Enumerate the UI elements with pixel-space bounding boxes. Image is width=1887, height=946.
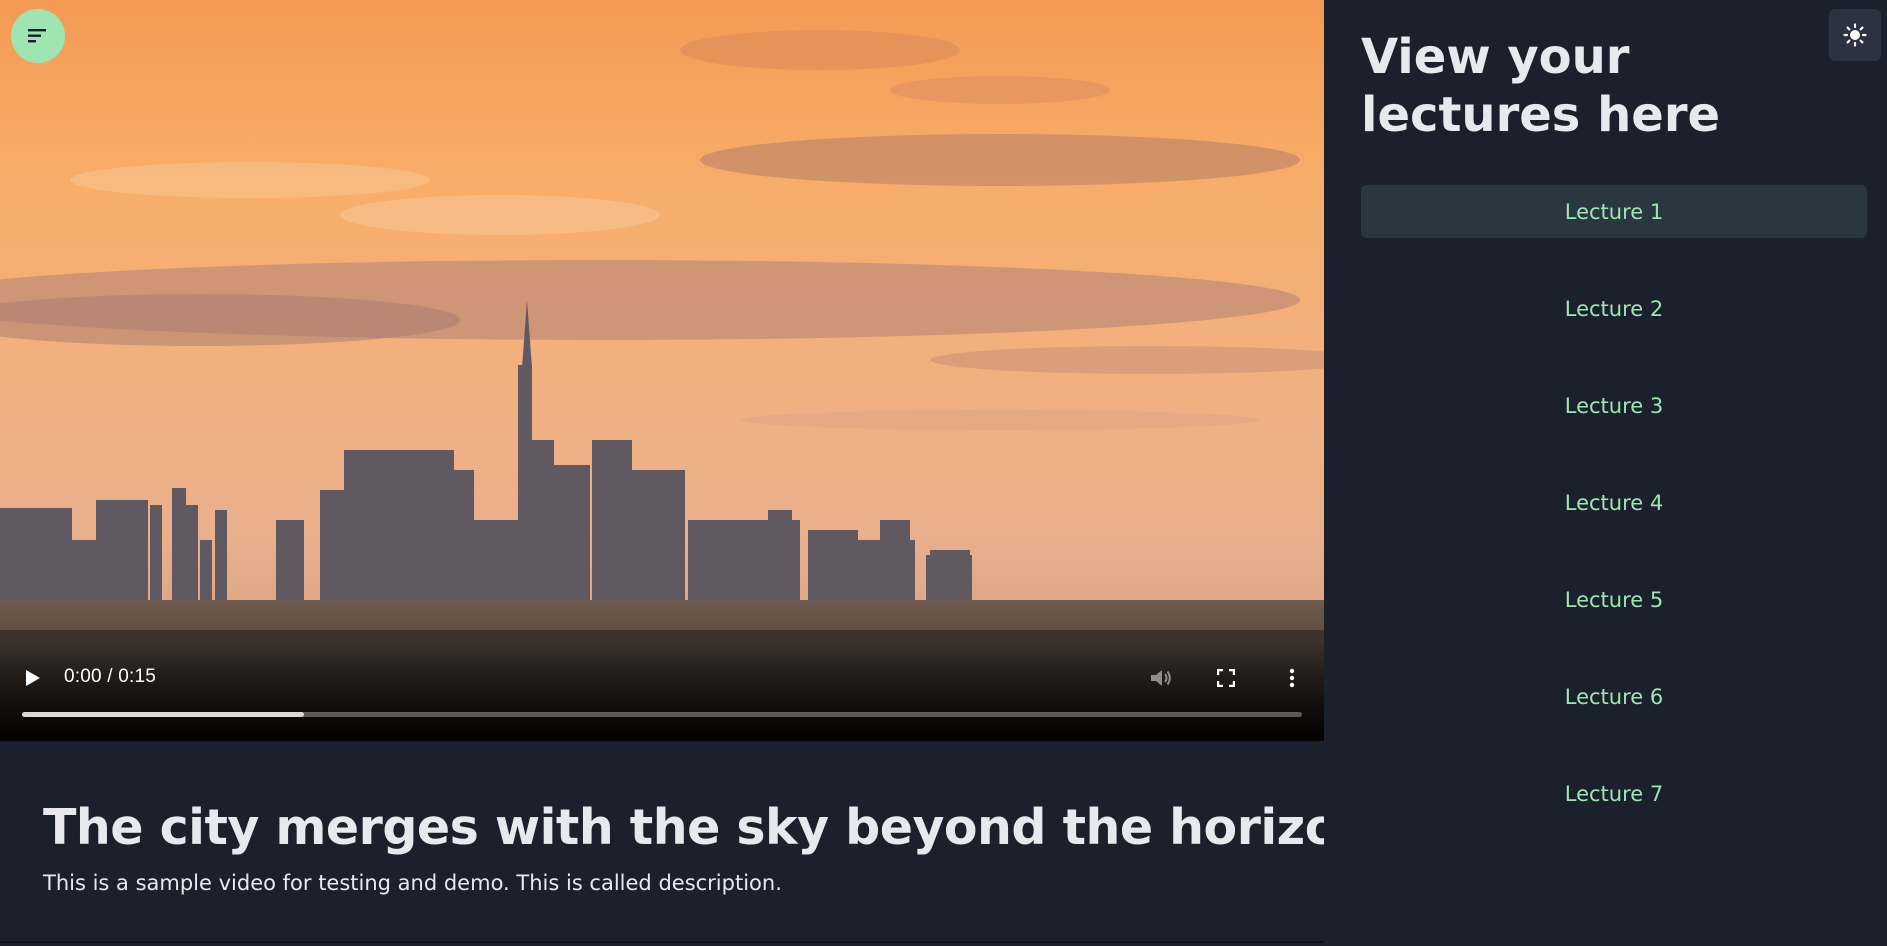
menu-button[interactable] — [11, 9, 65, 63]
sidebar-heading: View your lectures here — [1361, 29, 1721, 143]
video-player[interactable]: 0:00 / 0:15 — [0, 0, 1324, 741]
video-controls: 0:00 / 0:15 — [0, 640, 1324, 741]
lecture-item-4[interactable]: Lecture 4 — [1361, 476, 1867, 529]
sun-icon — [1843, 23, 1867, 47]
time-display: 0:00 / 0:15 — [64, 666, 156, 687]
video-title: The city merges with the sky beyond the … — [43, 799, 1373, 856]
fullscreen-button[interactable] — [1211, 660, 1241, 696]
video-frame — [0, 0, 1324, 741]
play-button[interactable] — [18, 660, 48, 696]
main-content: 0:00 / 0:15 The city merges with the sky… — [0, 0, 1373, 946]
play-icon — [26, 670, 40, 686]
seek-bar-played — [22, 712, 304, 717]
more-options-button[interactable] — [1277, 660, 1307, 696]
lecture-list: Lecture 1 Lecture 2 Lecture 3 Lecture 4 … — [1361, 185, 1867, 864]
lecture-item-3[interactable]: Lecture 3 — [1361, 379, 1867, 432]
lecture-item-5[interactable]: Lecture 5 — [1361, 573, 1867, 626]
volume-icon — [1151, 670, 1171, 686]
lecture-item-7[interactable]: Lecture 7 — [1361, 767, 1867, 820]
video-description: This is a sample video for testing and d… — [43, 871, 782, 895]
more-vertical-icon — [1289, 668, 1295, 688]
seek-bar[interactable] — [22, 712, 1302, 717]
fullscreen-icon — [1217, 669, 1235, 687]
lecture-item-2[interactable]: Lecture 2 — [1361, 282, 1867, 335]
mute-button[interactable] — [1146, 660, 1176, 696]
page: 0:00 / 0:15 The city merges with the sky… — [0, 0, 1887, 946]
theme-toggle-button[interactable] — [1829, 9, 1881, 61]
lecture-item-6[interactable]: Lecture 6 — [1361, 670, 1867, 723]
divider — [0, 941, 1324, 943]
lecture-item-1[interactable]: Lecture 1 — [1361, 185, 1867, 238]
lecture-sidebar: View your lectures here Lecture 1 Lectur… — [1324, 0, 1887, 946]
menu-lines-icon — [28, 29, 46, 43]
